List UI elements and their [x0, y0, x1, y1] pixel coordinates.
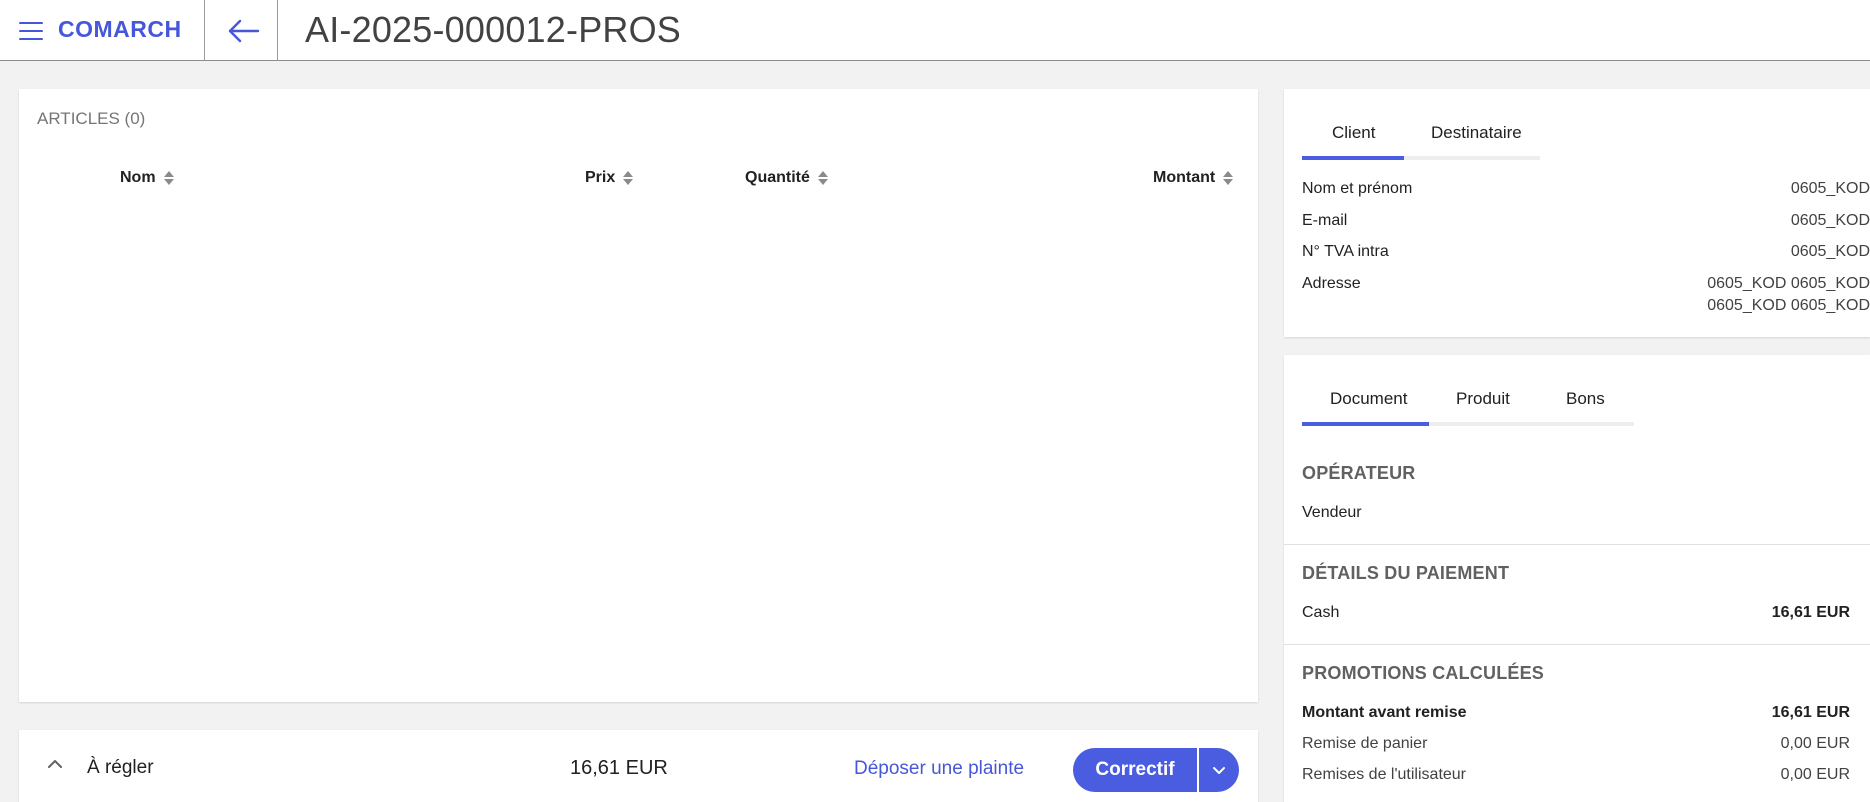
tab-bons[interactable]: Bons [1566, 389, 1605, 409]
articles-title: ARTICLES (0) [37, 109, 146, 128]
sort-icon [623, 171, 634, 185]
app-header: COMARCH AI-2025-000012-PROS [0, 0, 1870, 61]
operator-section-title: OPÉRATEUR [1302, 463, 1416, 483]
sort-icon [163, 171, 175, 185]
tab-indicator [1302, 422, 1429, 426]
correctif-dropdown-button[interactable] [1199, 748, 1239, 792]
page-title: AI-2025-000012-PROS [305, 9, 682, 50]
tab-destinataire[interactable]: Destinataire [1431, 123, 1522, 143]
payment-section-title: DÉTAILS DU PAIEMENT [1302, 563, 1510, 583]
amount-due-label: À régler [87, 757, 154, 778]
sort-icon [1223, 171, 1234, 185]
tab-client[interactable]: Client [1332, 123, 1375, 143]
payment-summary-bar: À régler 16,61 EUR Déposer une plainte C… [19, 730, 1258, 802]
document-card: Document Produit Bons OPÉRATEUR Vendeur … [1284, 355, 1870, 802]
back-button[interactable] [206, 14, 276, 48]
amount-due-value: 16,61 EUR [570, 757, 668, 779]
promotions-section-title: PROMOTIONS CALCULÉES [1302, 663, 1545, 683]
chevron-up-icon[interactable] [45, 754, 65, 774]
column-header-quantite[interactable]: Quantité [745, 169, 829, 187]
section-divider [1284, 544, 1870, 545]
column-header-montant[interactable]: Montant [1153, 169, 1234, 187]
chevron-down-icon [1213, 767, 1225, 774]
menu-icon[interactable] [19, 21, 43, 41]
column-header-prix[interactable]: Prix [585, 169, 634, 187]
tab-produit[interactable]: Produit [1456, 389, 1510, 409]
header-divider [204, 0, 205, 61]
correctif-button[interactable]: Correctif [1073, 748, 1197, 792]
header-divider [277, 0, 278, 61]
sort-icon [817, 171, 829, 185]
section-divider [1284, 644, 1870, 645]
logo: COMARCH [58, 16, 182, 42]
arrow-left-icon [228, 19, 260, 43]
tab-document[interactable]: Document [1330, 389, 1407, 409]
file-complaint-link[interactable]: Déposer une plainte [854, 758, 1024, 780]
client-card: Client Destinataire Nom et prénom 0605_K… [1284, 89, 1870, 337]
articles-card: ARTICLES (0) Nom Prix Quantité Montant [19, 89, 1258, 702]
column-header-nom[interactable]: Nom [120, 169, 175, 187]
tab-indicator [1302, 156, 1404, 160]
